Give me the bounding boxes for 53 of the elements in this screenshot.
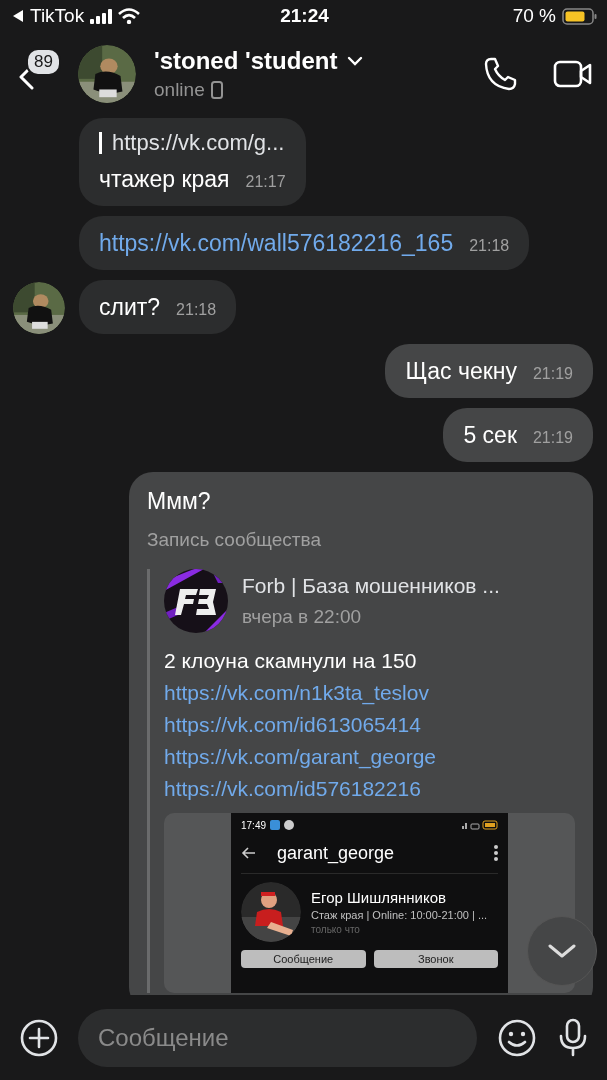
message-link[interactable]: https://vk.com/wall576182216_165 <box>99 228 454 258</box>
contact-name[interactable]: 'stoned 'student <box>154 47 338 75</box>
back-arrow-icon[interactable] <box>12 9 24 23</box>
smiley-icon <box>497 1017 537 1058</box>
app-name[interactable]: TikTok <box>30 5 85 27</box>
message-text: Ммм? <box>147 488 212 515</box>
profile-name: Егор Шишлянников <box>311 889 448 906</box>
message-time: 21:17 <box>245 173 286 191</box>
back-button[interactable]: 89 <box>14 46 70 102</box>
message-text: 5 сек <box>463 421 517 450</box>
voice-button[interactable] <box>557 1017 589 1058</box>
clock-time: 21:24 <box>280 5 329 27</box>
back-arrow-icon <box>241 846 257 860</box>
community-name[interactable]: Forb | База мошенников ... <box>242 574 500 598</box>
app-icon <box>270 820 281 830</box>
battery-icon <box>562 7 597 25</box>
message-time: 21:18 <box>176 301 217 319</box>
profile-status: Стаж края | Online: 10:00-21:00 | ... <box>311 909 488 921</box>
post-link[interactable]: https://vk.com/id576182216 <box>164 773 421 805</box>
message-time: 21:19 <box>532 365 573 383</box>
more-icon <box>494 845 498 861</box>
signal-icon <box>90 8 113 24</box>
unread-badge: 89 <box>26 48 61 76</box>
post-text: 2 клоуна скамнули на 150 <box>164 648 418 674</box>
message-text: слит? <box>99 293 161 322</box>
last-seen: только что <box>311 924 361 935</box>
phone-icon <box>483 56 519 92</box>
post-date: вчера в 22:00 <box>242 606 363 628</box>
call-button[interactable] <box>483 56 519 92</box>
microphone-icon <box>557 1017 589 1058</box>
post-link[interactable]: https://vk.com/id613065414 <box>164 709 421 741</box>
message-time: 21:19 <box>532 429 573 447</box>
post-link[interactable]: https://vk.com/garant_george <box>164 741 436 773</box>
emoji-button[interactable] <box>497 1017 537 1058</box>
message-text: Щас чекну <box>405 357 517 386</box>
message-time: 21:18 <box>469 237 510 255</box>
screenshot-title: garant_george <box>277 842 396 864</box>
battery-percent: 70 % <box>512 5 556 27</box>
message-input[interactable]: Сообщение <box>78 1008 477 1067</box>
quoted-link[interactable]: https://vk.com/g... <box>112 130 285 156</box>
online-status: online <box>154 79 205 101</box>
attach-button[interactable] <box>20 1018 58 1057</box>
wifi-icon <box>118 8 141 24</box>
caret-icon[interactable] <box>347 56 364 66</box>
phone-icon <box>210 81 223 99</box>
app-icon <box>284 820 295 830</box>
chevron-icon <box>548 944 576 958</box>
repost-label: Запись сообщества <box>147 529 322 551</box>
screenshot-clock: 17:49 <box>241 819 267 831</box>
status-icons <box>462 820 498 830</box>
message-text: чтажер края <box>99 165 230 194</box>
plus-icon <box>20 1018 58 1057</box>
post-link[interactable]: https://vk.com/n1k3ta_teslov <box>164 677 429 709</box>
